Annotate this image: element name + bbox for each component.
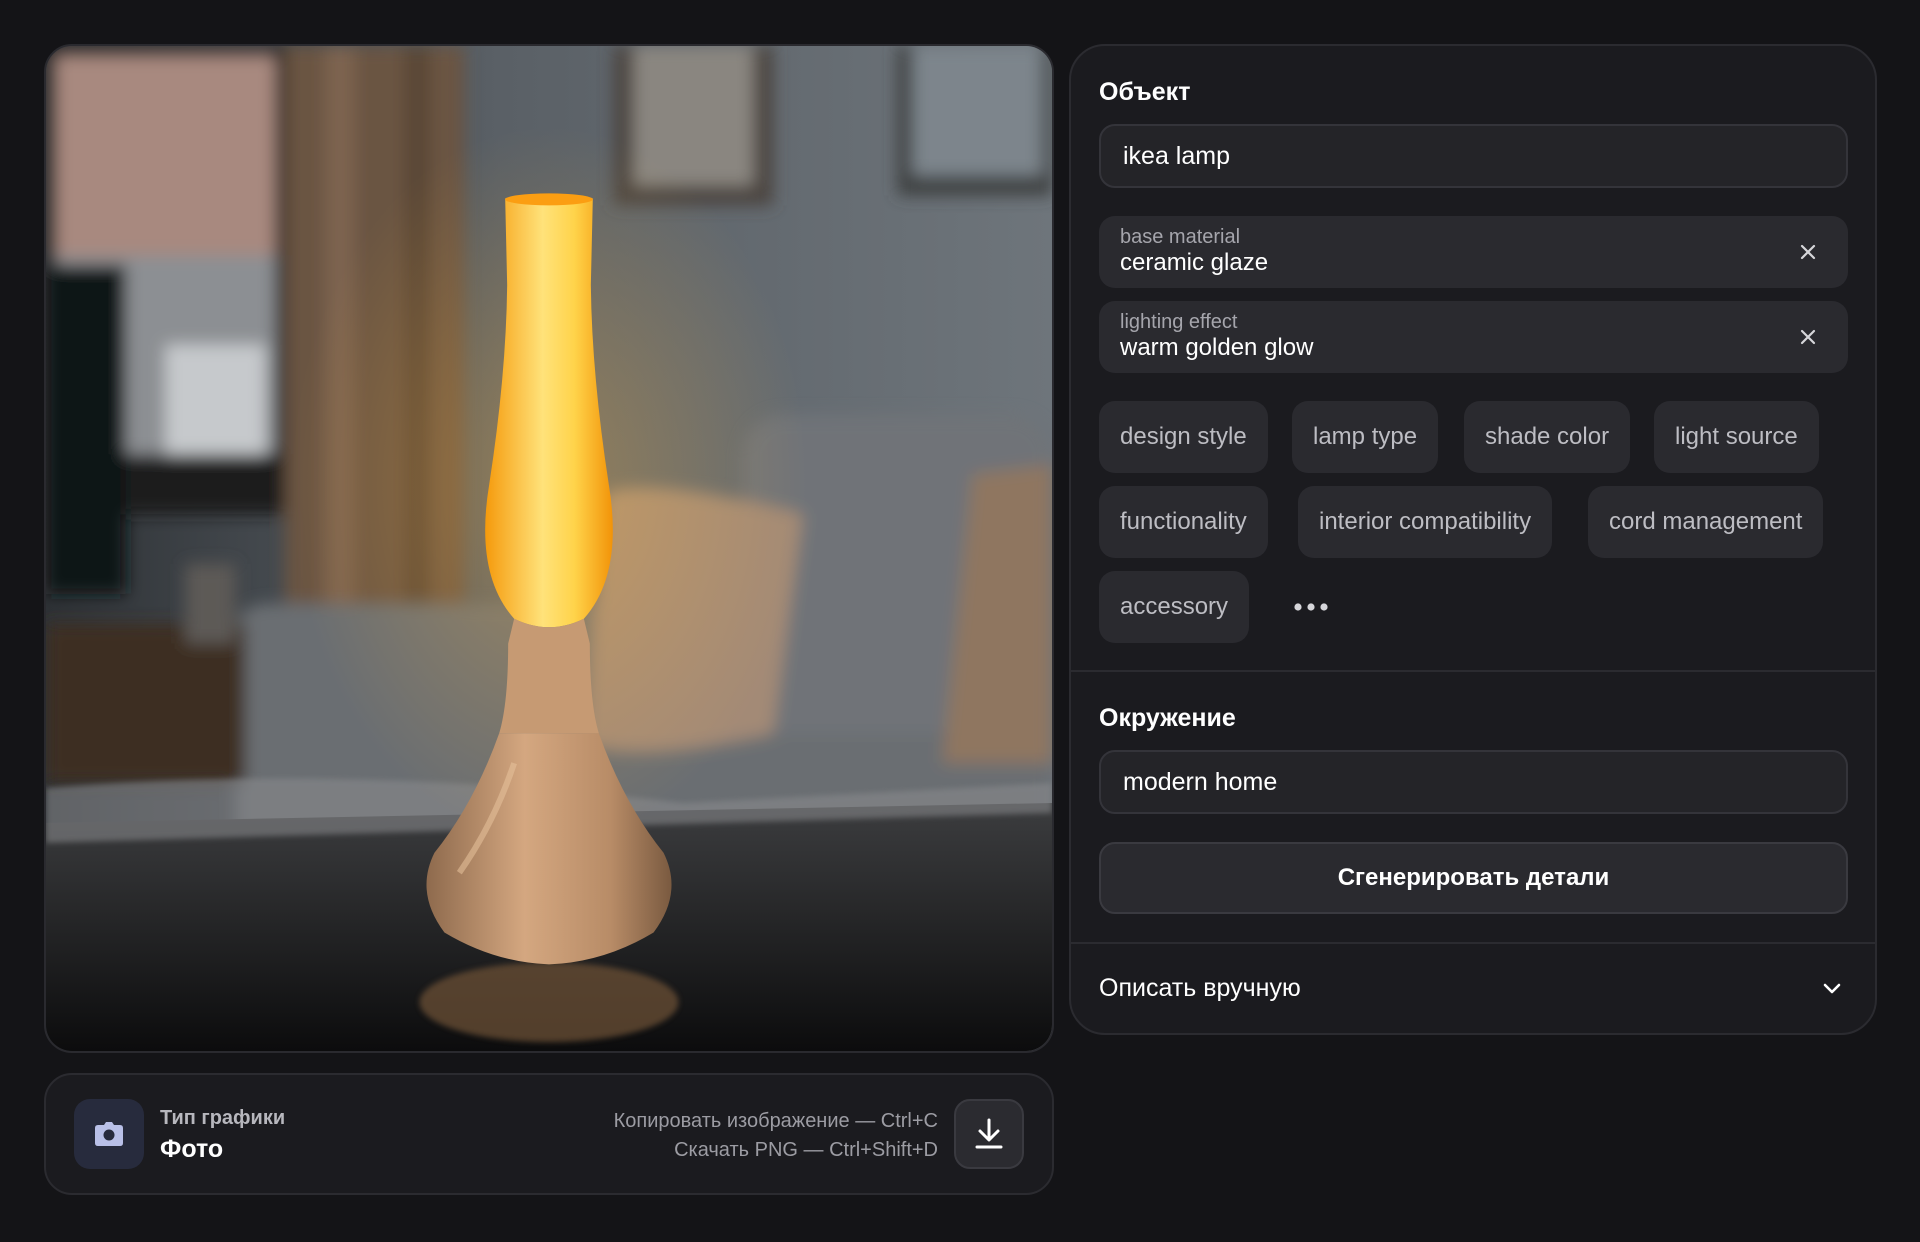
environment-input[interactable]: modern home	[1099, 750, 1848, 814]
attribute-value: warm golden glow	[1120, 334, 1314, 361]
suggestion-chip[interactable]: cord management	[1588, 486, 1824, 558]
graphic-type-label: Тип графики	[160, 1107, 286, 1129]
describe-manually-label: Описать вручную	[1099, 974, 1301, 1002]
more-dots-icon[interactable]	[1287, 571, 1335, 643]
object-input[interactable]: ikea lamp	[1099, 124, 1848, 188]
attribute-key: base material	[1120, 226, 1241, 248]
close-icon[interactable]	[1794, 323, 1822, 351]
environment-section-title: Окружение	[1099, 704, 1236, 732]
object-section-title: Объект	[1099, 78, 1191, 106]
selected-attribute-chip: lighting effect warm golden glow	[1099, 301, 1848, 373]
suggestion-chip[interactable]: lamp type	[1292, 401, 1439, 473]
describe-manually-toggle[interactable]: Описать вручную	[1071, 944, 1875, 1036]
suggestion-chip[interactable]: design style	[1099, 401, 1268, 473]
shortcut-hints: Копировать изображение — Ctrl+C Скачать …	[614, 1107, 938, 1165]
close-icon[interactable]	[1794, 238, 1822, 266]
suggestion-chip[interactable]: functionality	[1099, 486, 1268, 558]
section-divider	[1071, 670, 1875, 672]
selected-attribute-chip: base material ceramic glaze	[1099, 216, 1848, 288]
download-button[interactable]	[954, 1099, 1024, 1169]
camera-icon	[74, 1099, 144, 1169]
download-icon	[975, 1118, 1003, 1149]
copy-shortcut-hint: Копировать изображение — Ctrl+C	[613, 1110, 938, 1132]
settings-panel: Объект ikea lamp base material ceramic g…	[1069, 44, 1877, 1035]
download-shortcut-hint: Скачать PNG — Ctrl+Shift+D	[674, 1139, 938, 1161]
suggestion-chip[interactable]: light source	[1654, 401, 1819, 473]
image-meta-bar: Тип графики Фото Копировать изображение …	[44, 1073, 1054, 1195]
generated-image	[44, 44, 1054, 1053]
suggestion-chip[interactable]: shade color	[1464, 401, 1631, 473]
generate-details-button[interactable]: Сгенерировать детали	[1099, 842, 1848, 914]
lamp-photo	[46, 46, 1052, 1051]
chevron-down-icon	[1823, 983, 1841, 994]
attribute-value: ceramic glaze	[1120, 249, 1269, 276]
attribute-key: lighting effect	[1120, 311, 1238, 333]
suggestion-chip[interactable]: accessory	[1099, 571, 1250, 643]
graphic-type-value: Фото	[160, 1135, 224, 1163]
suggestion-chip[interactable]: interior compatibility	[1298, 486, 1553, 558]
